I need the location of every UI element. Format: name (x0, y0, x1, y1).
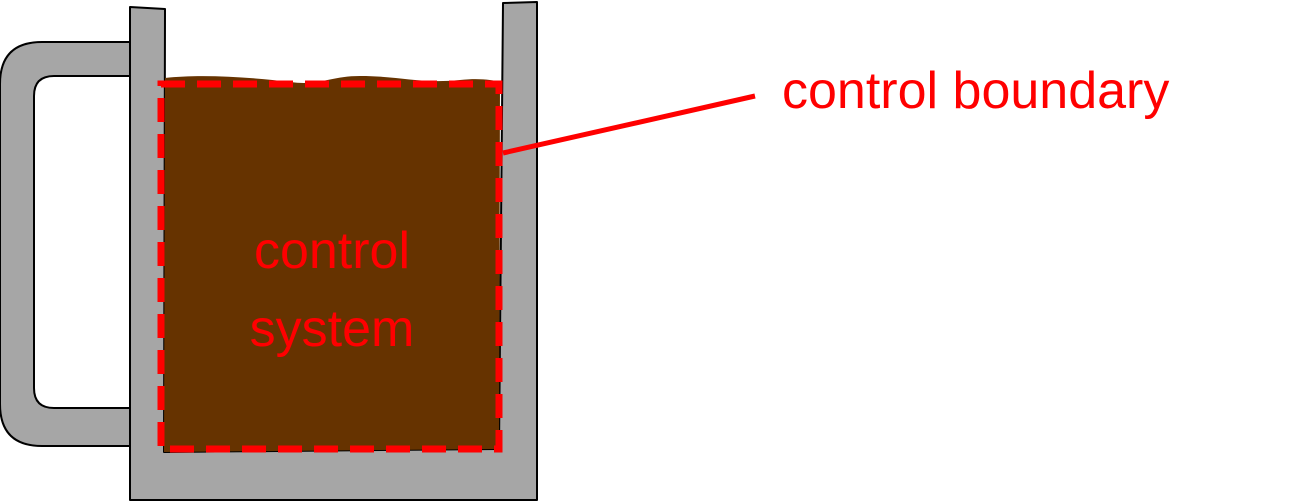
control-system-label: control (254, 222, 410, 280)
mug-handle (0, 41, 131, 447)
control-volume-diagram: control system control boundary (0, 1, 1169, 501)
callout-leader-line (502, 93, 756, 156)
control-boundary-label: control boundary (782, 62, 1169, 120)
control-system-label-line2: system (250, 300, 415, 358)
